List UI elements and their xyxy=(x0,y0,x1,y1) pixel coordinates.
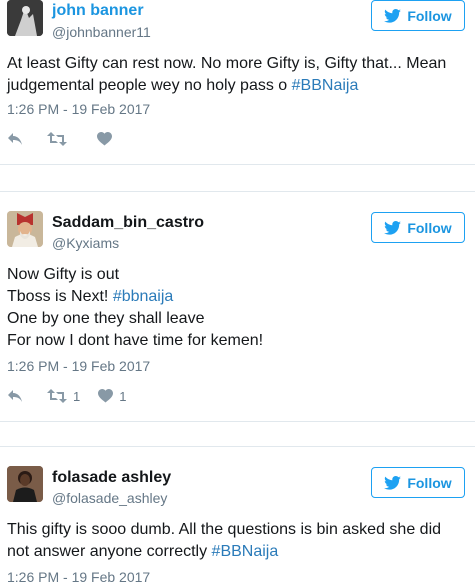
tweet-timestamp[interactable]: 1:26 PM - 19 Feb 2017 xyxy=(7,358,150,374)
author-handle[interactable]: @folasade_ashley xyxy=(52,490,167,506)
hashtag-link[interactable]: #BBNaija xyxy=(212,543,279,560)
author-name[interactable]: folasade ashley xyxy=(52,469,171,487)
author-name[interactable]: Saddam_bin_castro xyxy=(52,214,204,232)
retweet-button[interactable] xyxy=(47,132,73,146)
avatar[interactable] xyxy=(7,466,43,502)
avatar[interactable] xyxy=(7,211,43,247)
tweet-line-text: Tboss is Next! xyxy=(7,288,113,305)
hashtag-link[interactable]: #bbnaija xyxy=(113,288,174,305)
tweet-line: judgemental people wey no holy pass o #B… xyxy=(7,75,469,97)
heart-icon xyxy=(98,389,114,403)
like-count: 1 xyxy=(119,388,127,404)
tweet-actions: 1 1 xyxy=(7,387,150,405)
follow-label: Follow xyxy=(407,474,452,491)
tweet-line: One by one they shall leave xyxy=(7,310,205,327)
like-button[interactable] xyxy=(97,132,118,146)
author-handle[interactable]: @Kyxiams xyxy=(52,235,119,251)
tweet-line-text: not answer anyone correctly xyxy=(7,543,212,560)
tweet-timestamp[interactable]: 1:26 PM - 19 Feb 2017 xyxy=(7,101,150,117)
reply-button[interactable] xyxy=(7,132,23,146)
twitter-bird-icon xyxy=(384,220,402,235)
tweet-card: Saddam_bin_castro @Kyxiams Follow Now Gi… xyxy=(0,191,475,422)
follow-label: Follow xyxy=(407,7,452,24)
retweet-count: 1 xyxy=(73,388,81,404)
reply-icon xyxy=(8,133,22,145)
twitter-bird-icon xyxy=(384,8,402,23)
author-name[interactable]: john banner xyxy=(52,2,144,20)
retweet-icon xyxy=(47,389,67,403)
tweet-line: For now I dont have time for kemen! xyxy=(7,332,264,349)
follow-button[interactable]: Follow xyxy=(371,0,465,31)
tweet-line: At least Gifty can rest now. No more Gif… xyxy=(7,55,447,72)
tweet-text: At least Gifty can rest now. No more Gif… xyxy=(7,53,469,97)
tweet-line: This gifty is sooo dumb. All the questio… xyxy=(7,521,442,538)
avatar[interactable] xyxy=(7,0,43,36)
like-button[interactable]: 1 xyxy=(98,389,126,404)
heart-icon xyxy=(97,132,112,146)
tweet-text: Now Gifty is out Tboss is Next! #bbnaija… xyxy=(7,264,469,352)
tweet-timestamp[interactable]: 1:26 PM - 19 Feb 2017 xyxy=(7,569,150,585)
reply-button[interactable] xyxy=(7,389,23,403)
hashtag-link[interactable]: #BBNaija xyxy=(292,77,359,94)
reply-icon xyxy=(8,390,22,402)
author-handle[interactable]: @johnbanner11 xyxy=(52,24,151,40)
tweet-card: john banner @johnbanner11 Follow At leas… xyxy=(0,0,475,165)
follow-button[interactable]: Follow xyxy=(371,212,465,243)
follow-button[interactable]: Follow xyxy=(371,467,465,498)
tweet-text: This gifty is sooo dumb. All the questio… xyxy=(7,519,469,563)
retweet-button[interactable]: 1 xyxy=(47,389,80,404)
tweet-line: Now Gifty is out xyxy=(7,266,120,283)
follow-label: Follow xyxy=(407,219,452,236)
tweet-line: Tboss is Next! #bbnaija xyxy=(7,286,469,308)
tweet-feed: john banner @johnbanner11 Follow At leas… xyxy=(0,0,475,587)
tweet-actions xyxy=(7,130,142,148)
tweet-line-text: judgemental people wey no holy pass o xyxy=(7,77,292,94)
tweet-line: not answer anyone correctly #BBNaija xyxy=(7,541,469,563)
twitter-bird-icon xyxy=(384,475,402,490)
retweet-icon xyxy=(47,132,67,146)
tweet-card: folasade ashley @folasade_ashley Follow … xyxy=(0,446,475,587)
